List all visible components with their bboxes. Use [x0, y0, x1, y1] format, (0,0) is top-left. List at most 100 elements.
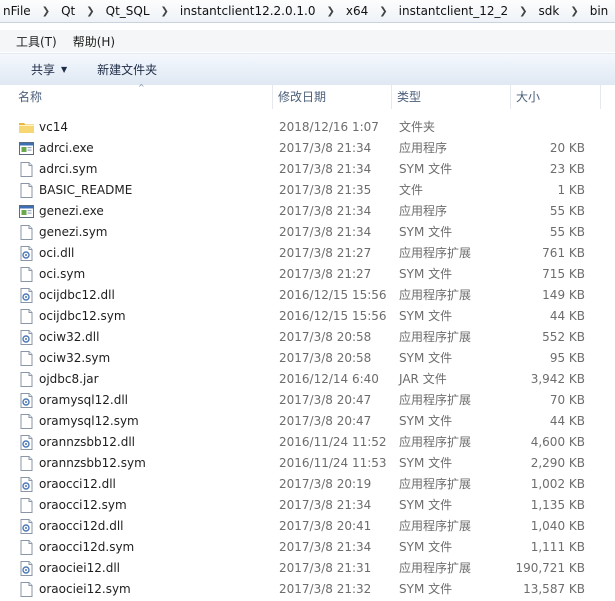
dll-icon: [18, 518, 35, 535]
file-name: oraociei12.dll: [39, 561, 120, 575]
breadcrumb-separator-icon[interactable]: ❯: [371, 6, 395, 17]
file-name: ocijdbc12.sym: [39, 309, 126, 323]
file-type: 文件夹: [399, 120, 436, 134]
file-type: SYM 文件: [399, 309, 453, 323]
share-button[interactable]: 共享 ▼: [27, 61, 71, 78]
file-row[interactable]: ocijdbc12.sym 2016/12/15 15:56 SYM 文件 44 KB: [0, 306, 615, 327]
file-size: 44 KB: [549, 309, 585, 323]
file-modified-date: 2016/11/24 11:52: [279, 435, 387, 449]
file-name: genezi.exe: [39, 204, 104, 218]
file-row[interactable]: oraociei12.sym 2017/3/8 21:32 SYM 文件 13,587…: [0, 579, 615, 600]
file-name: adrci.exe: [39, 141, 94, 155]
file-name: ociw32.sym: [39, 351, 111, 365]
file-row[interactable]: oci.dll 2017/3/8 21:27 应用程序扩展 761 KB: [0, 243, 615, 264]
column-header-size[interactable]: 大小: [511, 85, 601, 109]
file-icon: [18, 371, 35, 388]
file-type: SYM 文件: [399, 162, 453, 176]
breadcrumb-item[interactable]: Qt_SQL: [103, 4, 153, 18]
new-folder-button[interactable]: 新建文件夹: [93, 61, 161, 78]
file-modified-date: 2017/3/8 20:58: [279, 351, 372, 365]
breadcrumb-separator-icon[interactable]: ❯: [153, 6, 177, 17]
share-label: 共享: [31, 63, 56, 77]
dll-icon: [18, 392, 35, 409]
breadcrumb-item[interactable]: instantclient_12_2: [396, 4, 511, 18]
file-modified-date: 2017/3/8 21:34: [279, 204, 372, 218]
file-name: oramysql12.sym: [39, 414, 139, 428]
file-type: 应用程序: [399, 141, 448, 155]
file-row[interactable]: oraocci12d.dll 2017/3/8 20:41 应用程序扩展 1,040 …: [0, 516, 615, 537]
column-header-name[interactable]: 名称: [13, 85, 272, 109]
file-row[interactable]: ojdbc8.jar 2016/12/14 6:40 JAR 文件 3,942 KB: [0, 369, 615, 390]
file-type: 应用程序扩展: [399, 519, 472, 533]
breadcrumb-item[interactable]: bin: [587, 4, 612, 18]
column-divider[interactable]: [600, 85, 601, 109]
file-size: 23 KB: [549, 162, 585, 176]
file-row[interactable]: ociw32.dll 2017/3/8 20:58 应用程序扩展 552 KB: [0, 327, 615, 348]
menu-help[interactable]: 帮助(H): [65, 33, 123, 50]
file-row[interactable]: orannzsbb12.sym 2016/11/24 11:53 SYM 文件 2,2…: [0, 453, 615, 474]
address-bar[interactable]: nFile ❯ Qt ❯ Qt_SQL ❯ instantclient12.2.…: [0, 0, 615, 23]
breadcrumb-separator-icon[interactable]: ❯: [511, 6, 535, 17]
file-type: 应用程序扩展: [399, 330, 472, 344]
file-size: 20 KB: [549, 141, 585, 155]
file-type: 应用程序扩展: [399, 246, 472, 260]
file-type: SYM 文件: [399, 498, 453, 512]
file-type: 应用程序扩展: [399, 561, 472, 575]
file-row[interactable]: genezi.exe 2017/3/8 21:34 应用程序 55 KB: [0, 201, 615, 222]
breadcrumb-item[interactable]: sdk: [536, 4, 563, 18]
file-type: 文件: [399, 183, 424, 197]
file-modified-date: 2017/3/8 21:34: [279, 141, 372, 155]
file-row[interactable]: BASIC_README 2017/3/8 21:35 文件 1 KB: [0, 180, 615, 201]
breadcrumb-item[interactable]: nFile: [0, 4, 34, 18]
file-modified-date: 2017/3/8 20:41: [279, 519, 372, 533]
file-row[interactable]: oci.sym 2017/3/8 21:27 SYM 文件 715 KB: [0, 264, 615, 285]
file-row[interactable]: oraocci12.sym 2017/3/8 21:34 SYM 文件 1,135 K…: [0, 495, 615, 516]
breadcrumb-separator-icon[interactable]: ❯: [34, 6, 58, 17]
menu-tools[interactable]: 工具(T): [0, 33, 65, 50]
file-row[interactable]: oramysql12.dll 2017/3/8 20:47 应用程序扩展 70 KB: [0, 390, 615, 411]
breadcrumb-separator-icon[interactable]: ❯: [319, 6, 343, 17]
file-modified-date: 2016/12/14 6:40: [279, 372, 379, 386]
file-row[interactable]: oraocci12d.sym 2017/3/8 21:34 SYM 文件 1,111 …: [0, 537, 615, 558]
file-row[interactable]: ocijdbc12.dll 2016/12/15 15:56 应用程序扩展 149 K…: [0, 285, 615, 306]
breadcrumb-separator-icon[interactable]: ❯: [562, 6, 586, 17]
file-name: oraocci12d.sym: [39, 540, 135, 554]
file-modified-date: 2017/3/8 21:35: [279, 183, 372, 197]
file-type: SYM 文件: [399, 582, 453, 596]
file-row[interactable]: genezi.sym 2017/3/8 21:34 SYM 文件 55 KB: [0, 222, 615, 243]
menu-bar: 工具(T) 帮助(H): [0, 30, 615, 52]
breadcrumb-item[interactable]: Qt: [58, 4, 78, 18]
file-name: ociw32.dll: [39, 330, 100, 344]
file-row[interactable]: ociw32.sym 2017/3/8 20:58 SYM 文件 95 KB: [0, 348, 615, 369]
file-icon: [18, 539, 35, 556]
file-row[interactable]: oramysql12.sym 2017/3/8 20:47 SYM 文件 44 KB: [0, 411, 615, 432]
file-size: 4,600 KB: [530, 435, 585, 449]
file-icon: [18, 308, 35, 325]
file-modified-date: 2017/3/8 21:31: [279, 561, 372, 575]
breadcrumb-item[interactable]: instantclient12.2.0.1.0: [177, 4, 319, 18]
file-icon: [18, 266, 35, 283]
breadcrumb-separator-icon[interactable]: ❯: [611, 6, 615, 17]
file-type: 应用程序扩展: [399, 435, 472, 449]
file-modified-date: 2017/3/8 21:34: [279, 540, 372, 554]
file-icon: [18, 581, 35, 598]
file-size: 55 KB: [549, 204, 585, 218]
file-row[interactable]: adrci.exe 2017/3/8 21:34 应用程序 20 KB: [0, 138, 615, 159]
breadcrumb-separator-icon[interactable]: ❯: [78, 6, 102, 17]
file-type: SYM 文件: [399, 540, 453, 554]
file-name: oramysql12.dll: [39, 393, 128, 407]
column-header-type[interactable]: 类型: [392, 85, 510, 109]
file-row[interactable]: oraociei12.dll 2017/3/8 21:31 应用程序扩展 190,72…: [0, 558, 615, 579]
file-size: 552 KB: [542, 330, 585, 344]
file-name: oraocci12.dll: [39, 477, 116, 491]
file-modified-date: 2017/3/8 21:27: [279, 246, 372, 260]
file-row[interactable]: vc14 2018/12/16 1:07 文件夹: [0, 117, 615, 138]
file-size: 44 KB: [549, 414, 585, 428]
file-row[interactable]: adrci.sym 2017/3/8 21:34 SYM 文件 23 KB: [0, 159, 615, 180]
file-row[interactable]: oraocci12.dll 2017/3/8 20:19 应用程序扩展 1,002 K…: [0, 474, 615, 495]
column-header-date[interactable]: 修改日期: [273, 85, 391, 109]
breadcrumb-item[interactable]: x64: [343, 4, 371, 18]
file-row[interactable]: orannzsbb12.dll 2016/11/24 11:52 应用程序扩展 4,6…: [0, 432, 615, 453]
file-size: 2,290 KB: [530, 456, 585, 470]
file-type: 应用程序: [399, 204, 448, 218]
